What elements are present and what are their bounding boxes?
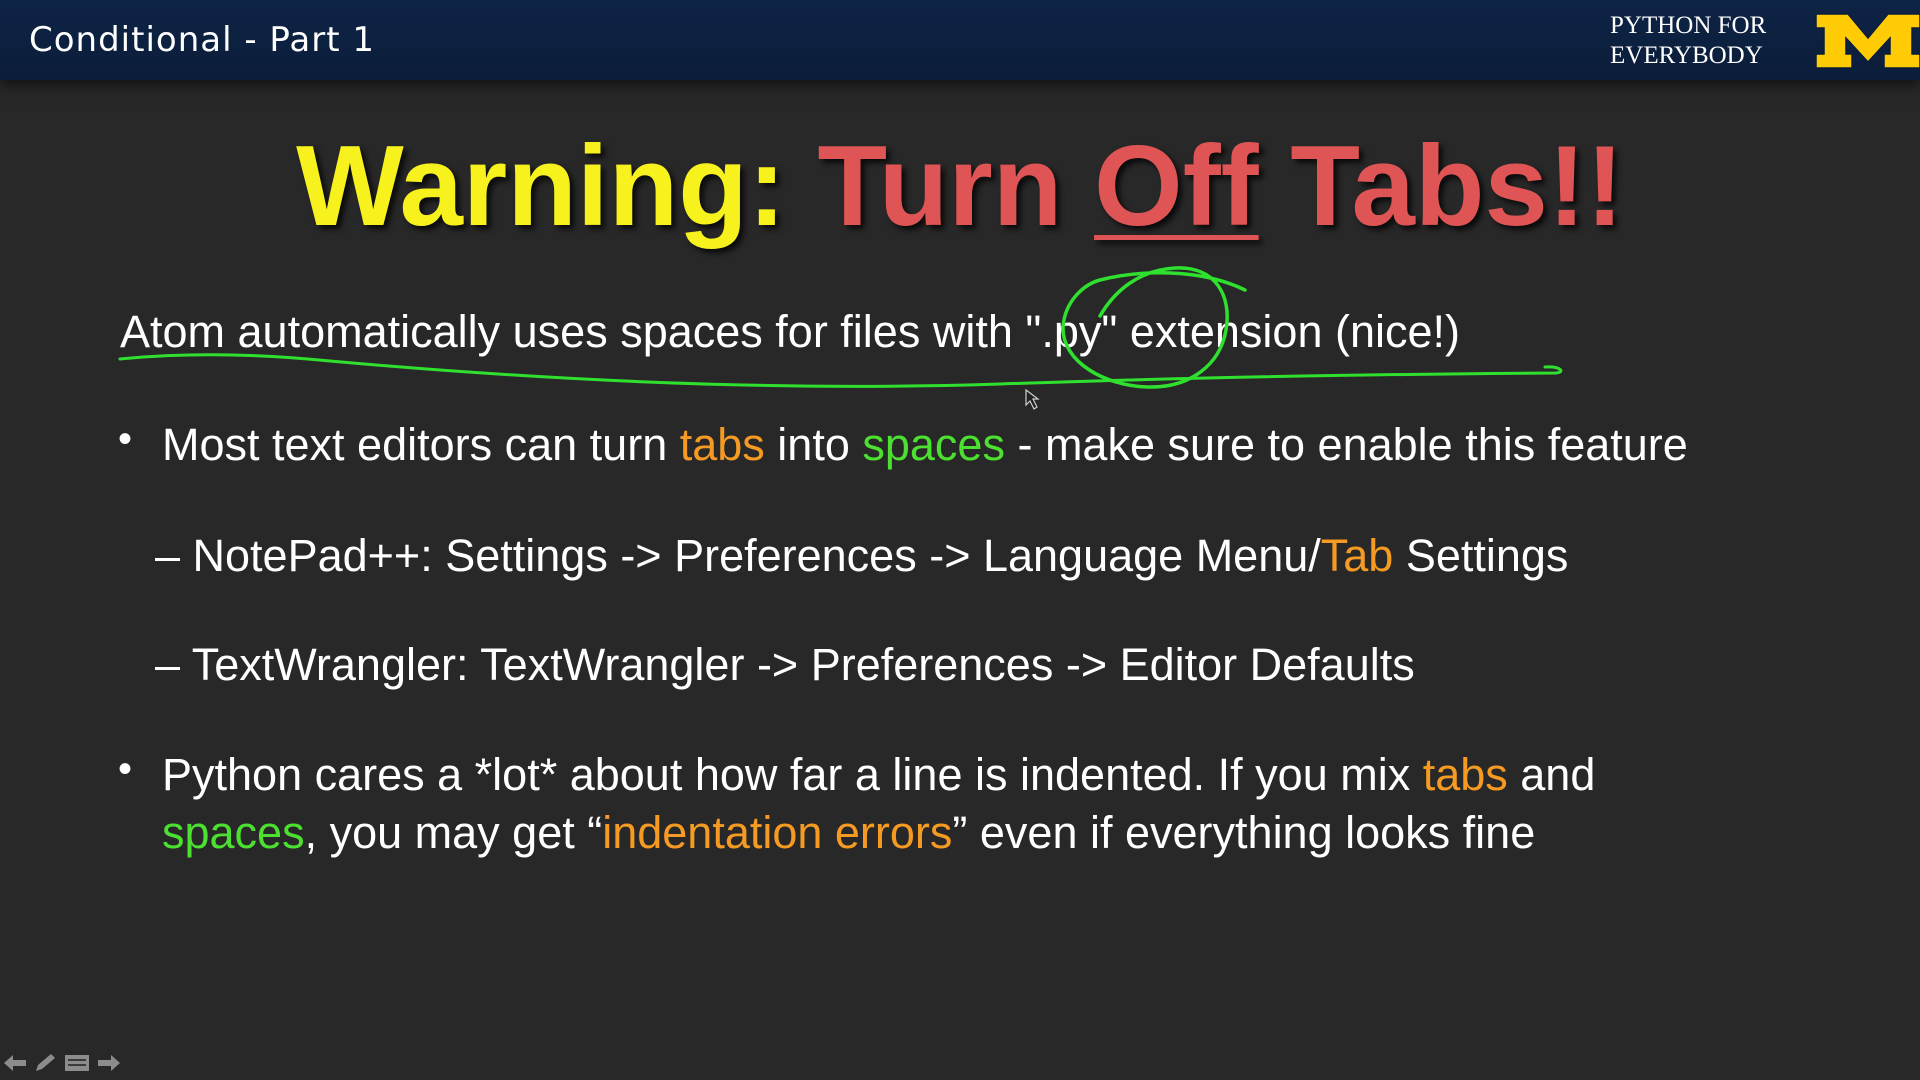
- next-slide-icon[interactable]: [96, 1052, 122, 1074]
- title-warning: Warning:: [296, 123, 786, 250]
- bullet-editors-text-1: Most text editors can turn: [162, 419, 680, 470]
- mouse-cursor-icon: [1025, 388, 1040, 410]
- lecture-title: Conditional - Part 1: [29, 20, 375, 60]
- keyword-indentation-errors: indentation errors: [602, 807, 953, 858]
- title-tabs: Tabs!!: [1290, 123, 1624, 250]
- menu-icon[interactable]: [62, 1052, 92, 1074]
- keyword-tabs-2: tabs: [1422, 749, 1508, 800]
- python-text-2: and: [1507, 749, 1596, 800]
- bullet-python-line1: Python cares a *lot* about how far a lin…: [162, 746, 1595, 804]
- python-text-3: , you may get “: [304, 807, 603, 858]
- bullet-dot: •: [118, 747, 133, 791]
- notepad-text-1: – NotePad++: Settings -> Preferences -> …: [155, 530, 1321, 581]
- header-bar: Conditional - Part 1 PYTHON FOR EVERYBOD…: [0, 0, 1920, 80]
- michigan-logo-icon: [1815, 13, 1920, 69]
- bullet-dot: •: [118, 417, 133, 461]
- title-turn: Turn: [817, 123, 1063, 250]
- keyword-spaces: spaces: [862, 419, 1005, 470]
- slide-navigation: [2, 1050, 122, 1076]
- bullet-editors-text-2: into: [764, 419, 863, 470]
- python-text-1: Python cares a *lot* about how far a lin…: [162, 749, 1423, 800]
- subbullet-notepad: – NotePad++: Settings -> Preferences -> …: [155, 527, 1568, 585]
- title-off: Off: [1094, 123, 1259, 250]
- keyword-tab: Tab: [1320, 530, 1394, 581]
- notepad-text-2: Settings: [1393, 530, 1569, 581]
- bullet-editors: Most text editors can turn tabs into spa…: [162, 416, 1688, 474]
- previous-slide-icon[interactable]: [2, 1052, 28, 1074]
- course-brand: PYTHON FOR EVERYBODY: [1610, 11, 1767, 71]
- bullet-editors-text-3: - make sure to enable this feature: [1004, 419, 1688, 470]
- subbullet-textwrangler: – TextWrangler: TextWrangler -> Preferen…: [155, 639, 1415, 690]
- python-text-4: ” even if everything looks fine: [952, 807, 1536, 858]
- brand-line-1: PYTHON FOR: [1610, 12, 1767, 39]
- keyword-spaces-2: spaces: [162, 807, 305, 858]
- brand-line-2: EVERYBODY: [1610, 42, 1763, 69]
- keyword-tabs: tabs: [679, 419, 765, 470]
- pen-icon[interactable]: [32, 1052, 58, 1074]
- slide-title: Warning: Turn Off Tabs!!: [0, 122, 1920, 252]
- bullet-python-line2: spaces, you may get “indentation errors”…: [162, 804, 1535, 862]
- atom-line: Atom automatically uses spaces for files…: [120, 306, 1461, 357]
